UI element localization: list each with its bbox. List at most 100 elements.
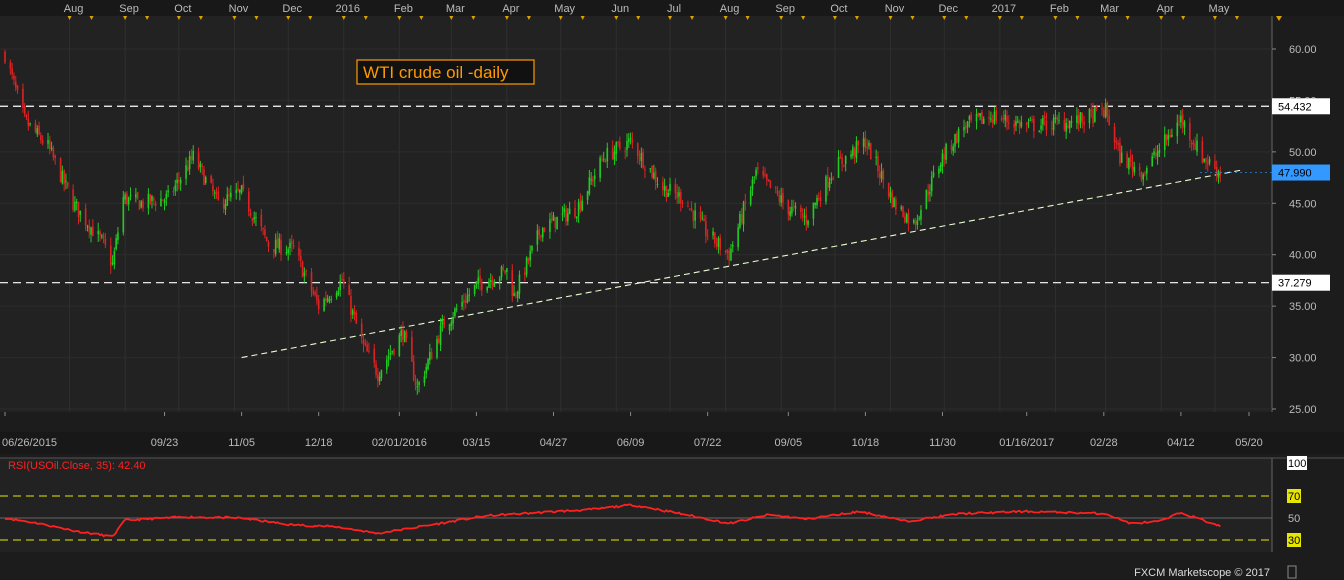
candle-body <box>4 51 6 63</box>
candle-body <box>678 192 680 197</box>
candle-body <box>298 248 300 256</box>
candle-body <box>850 154 852 158</box>
candle-body <box>649 168 652 170</box>
candle-body <box>16 85 19 90</box>
candle-body <box>1052 118 1055 131</box>
candle-body <box>529 250 532 261</box>
candle-body <box>636 143 639 157</box>
candle-body <box>255 217 257 219</box>
price-tick-label: 25.00 <box>1289 404 1317 416</box>
candle-body <box>185 165 187 179</box>
candle-body <box>893 198 895 208</box>
candle-body <box>138 200 141 210</box>
candle-body <box>699 212 702 219</box>
candle-body <box>74 201 76 211</box>
candle-body <box>1156 151 1159 158</box>
candle-body <box>1004 114 1007 121</box>
candle-body <box>360 323 363 338</box>
candle-body <box>351 310 354 315</box>
candle-body <box>187 166 189 171</box>
candle-body <box>880 171 883 179</box>
candle-body <box>593 175 596 180</box>
candle-body <box>267 241 270 247</box>
candle-body <box>47 140 49 144</box>
chart-window: Aug Sep Oct Nov Dec 2016 Feb Mar Apr May Jun Jul Aug… <box>0 0 1344 580</box>
candle-body <box>262 227 264 230</box>
candle-body <box>61 170 64 184</box>
candle-body <box>486 286 488 291</box>
candle-body <box>328 299 331 301</box>
candle-body <box>477 277 480 284</box>
candle-body <box>945 143 947 160</box>
candle-body <box>1129 155 1132 162</box>
candle-body <box>515 294 517 296</box>
candle-body <box>954 133 956 147</box>
candle-body <box>590 179 592 181</box>
candle-body <box>576 216 578 219</box>
candle-body <box>567 213 569 222</box>
top-month-label: Feb <box>394 3 413 15</box>
candle-body <box>280 240 282 255</box>
candle-body <box>314 292 316 295</box>
candle-body <box>124 194 126 200</box>
candle-body <box>807 220 809 225</box>
candle-body <box>312 291 315 294</box>
candle-body <box>9 62 12 69</box>
candle-body <box>1113 126 1116 143</box>
candle-body <box>222 199 225 209</box>
candle-body <box>65 180 67 182</box>
candle-body <box>817 198 820 200</box>
candle-body <box>868 142 870 147</box>
candle-body <box>1051 127 1053 129</box>
candle-body <box>516 291 519 299</box>
candle-body <box>586 191 589 200</box>
date-tick-label: 02/01/2016 <box>372 437 427 449</box>
candle-body <box>540 234 542 237</box>
date-tick-label: 12/18 <box>305 437 333 449</box>
candle-body <box>563 208 566 213</box>
footer-credit: FXCM Marketscope © 2017 <box>1134 567 1270 579</box>
candle-body <box>599 157 601 178</box>
candle-body <box>1151 156 1154 167</box>
date-tick-label: 11/05 <box>228 437 255 449</box>
date-tick-label: 09/05 <box>775 437 803 449</box>
candle-body <box>1115 141 1118 143</box>
candle-body <box>23 105 26 115</box>
candle-body <box>904 216 906 223</box>
candle-body <box>1027 122 1030 124</box>
candle-body <box>1045 120 1048 131</box>
candle-body <box>325 298 327 301</box>
candle-body <box>826 175 829 188</box>
top-month-label: Dec <box>938 3 958 15</box>
candle-body <box>63 170 65 184</box>
candle-body <box>391 351 393 353</box>
candle-body <box>99 231 101 236</box>
candle-body <box>714 232 716 244</box>
candle-body <box>192 150 195 161</box>
candle-body <box>502 267 505 269</box>
candle-body <box>663 185 666 191</box>
top-month-label: Mar <box>1100 3 1119 15</box>
candle-body <box>970 114 972 121</box>
candle-body <box>640 153 643 162</box>
candle-body <box>491 280 494 285</box>
candle-body <box>41 140 44 144</box>
candle-body <box>418 382 420 386</box>
rsi-tick-label: 50 <box>1288 513 1300 525</box>
candle-body <box>115 238 117 250</box>
candle-body <box>979 113 981 117</box>
chart-canvas[interactable]: Aug Sep Oct Nov Dec 2016 Feb Mar Apr May Jun Jul Aug… <box>0 0 1344 580</box>
candle-body <box>900 207 903 209</box>
candle-body <box>364 343 367 345</box>
candle-body <box>1058 119 1060 121</box>
candle-body <box>301 261 304 278</box>
candle-body <box>568 208 571 215</box>
candle-body <box>676 191 678 199</box>
candle-body <box>744 200 747 204</box>
candle-body <box>455 308 458 310</box>
candle-body <box>34 123 37 132</box>
candle-body <box>493 282 496 287</box>
candle-body <box>368 350 370 352</box>
candle-body <box>653 172 655 179</box>
candle-body <box>739 214 741 228</box>
